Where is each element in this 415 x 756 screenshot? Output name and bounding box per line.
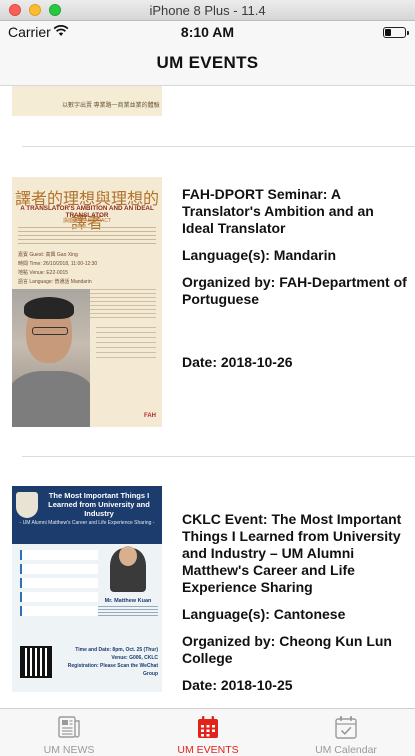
event-poster-image[interactable]: The Most Important Things I Learned from…	[12, 486, 162, 692]
poster-abstract-text	[18, 227, 156, 247]
event-list[interactable]: 以數字出賣 專業路一商業並業的體驗 譯者的理想與理想的譯者 A TRANSLAT…	[0, 86, 415, 708]
speaker-photo	[110, 546, 146, 592]
tab-label: UM EVENTS	[177, 744, 239, 756]
tab-um-events[interactable]: UM EVENTS	[139, 709, 277, 756]
row-divider	[22, 146, 415, 147]
news-icon	[58, 716, 80, 738]
calendar-check-icon	[335, 716, 357, 739]
poster-abstract-heading: 講座摘要 ABSTRACT	[62, 218, 112, 224]
simulator-title-bar: iPhone 8 Plus - 11.4	[0, 0, 415, 21]
status-bar: Carrier 8:10 AM	[0, 21, 415, 42]
poster-details: Time and Date: 8pm, Oct. 25 (Thur) Venue…	[58, 646, 158, 678]
speaker-photo	[12, 289, 90, 427]
poster-title: The Most Important Things I Learned from…	[48, 491, 150, 518]
event-organizer: Organized by: FAH-Department of Portugue…	[182, 274, 407, 307]
poster-speaker-role	[98, 606, 158, 618]
window-title: iPhone 8 Plus - 11.4	[149, 3, 266, 18]
poster-venue: Venue: G006, CKLC	[111, 655, 158, 661]
status-time: 8:10 AM	[180, 24, 235, 40]
poster-questions	[20, 550, 98, 620]
event-item[interactable]: CKLC Event: The Most Important Things I …	[182, 511, 407, 694]
poster-header: The Most Important Things I Learned from…	[12, 486, 162, 544]
poster-caption: 以數字出賣 專業路一商業並業的體驗	[62, 103, 160, 109]
event-poster-image[interactable]: 譯者的理想與理想的譯者 A TRANSLATOR'S AMBITION AND …	[12, 177, 162, 427]
row-divider	[22, 456, 415, 457]
tab-um-news[interactable]: UM NEWS	[0, 709, 138, 756]
event-poster-image[interactable]: 以數字出賣 專業路一商業並業的體驗	[12, 86, 162, 116]
poster-language: 語言 Language: 普通話 Mandarin	[18, 279, 92, 285]
poster-speaker: Mr. Matthew Kuan	[104, 598, 152, 604]
tab-bar: UM NEWS UM EVENTS UM Calendar	[0, 708, 415, 756]
poster-bio-text	[88, 289, 156, 321]
calendar-grid-icon	[198, 716, 218, 738]
page-title: UM EVENTS	[156, 53, 259, 72]
poster-subtitle: - UM Alumni Matthew's Career and Life Ex…	[19, 520, 155, 526]
poster-time: Time and Date: 8pm, Oct. 25 (Thur)	[75, 647, 158, 653]
event-date: Date: 2018-10-25	[182, 677, 293, 693]
event-date: Date: 2018-10-26	[182, 354, 293, 370]
fah-logo: FAH	[144, 413, 156, 419]
event-title: FAH-DPORT Seminar: A Translator's Ambiti…	[182, 186, 374, 236]
event-item[interactable]: FAH-DPORT Seminar: A Translator's Ambiti…	[182, 186, 407, 371]
event-organizer: Organized by: Cheong Kun Lun College	[182, 633, 392, 666]
qr-code-icon	[20, 646, 52, 678]
college-crest-icon	[16, 492, 38, 518]
poster-bio-text	[96, 327, 156, 362]
poster-info: 嘉賓 Guest: 高興 Gao Xing 時間 Time: 26/10/201…	[18, 251, 118, 287]
event-language: Language(s): Cantonese	[182, 606, 346, 622]
tab-label: UM NEWS	[43, 744, 95, 756]
poster-time: 時間 Time: 26/10/2018, 11:00-12:30	[18, 261, 98, 267]
tab-um-calendar[interactable]: UM Calendar	[277, 709, 415, 756]
tab-label: UM Calendar	[315, 744, 377, 756]
event-language: Language(s): Mandarin	[182, 247, 337, 263]
poster-venue: 地點 Venue: E22-0015	[18, 270, 69, 276]
battery-icon	[383, 27, 409, 38]
poster-guest: 嘉賓 Guest: 高興 Gao Xing	[18, 252, 78, 258]
navigation-bar: UM EVENTS	[0, 42, 415, 86]
poster-registration: Registration: Please Scan the WeChat Gro…	[67, 663, 158, 677]
event-title: CKLC Event: The Most Important Things I …	[182, 511, 402, 595]
